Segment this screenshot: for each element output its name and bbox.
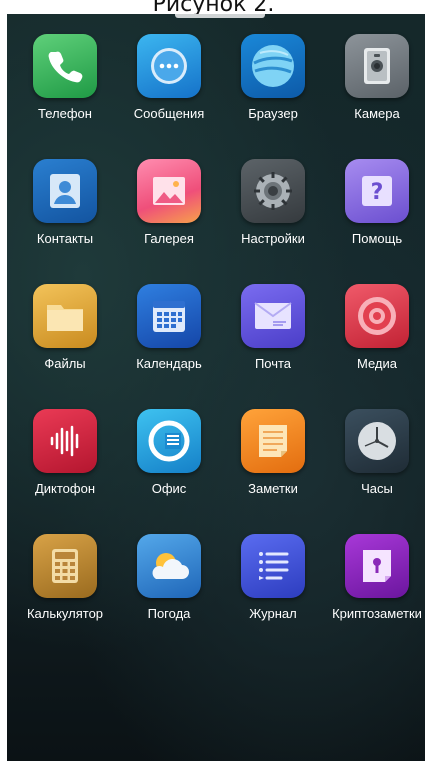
app-label: Календарь [136,356,202,371]
recorder-icon [33,409,97,473]
home-screen: Телефон Сообщения Браузер Камера Контакт… [7,14,425,761]
app-crypto-notes[interactable]: Криптозаметки [325,534,425,659]
app-label: Файлы [44,356,86,371]
app-messages[interactable]: Сообщения [117,34,221,159]
notes-icon [241,409,305,473]
app-contacts[interactable]: Контакты [13,159,117,284]
files-icon [33,284,97,348]
mail-icon [241,284,305,348]
app-label: Галерея [144,231,194,246]
status-bar-notch [175,14,265,18]
app-label: Браузер [248,106,298,121]
weather-icon [137,534,201,598]
settings-icon [241,159,305,223]
app-help[interactable]: ? Помощь [325,159,425,284]
app-calendar[interactable]: Календарь [117,284,221,409]
app-label: Телефон [38,106,92,121]
app-label: Камера [354,106,400,121]
app-label: Заметки [248,481,298,496]
app-label: Калькулятор [26,606,104,621]
app-mail[interactable]: Почта [221,284,325,409]
calendar-icon [137,284,201,348]
app-office[interactable]: Офис [117,409,221,534]
app-label: Медиа [357,356,397,371]
app-settings[interactable]: Настройки [221,159,325,284]
svg-text:?: ? [371,180,384,205]
app-recorder[interactable]: Диктофон [13,409,117,534]
app-label: Криптозаметки [332,606,422,621]
office-icon [137,409,201,473]
gallery-icon [137,159,201,223]
app-browser[interactable]: Браузер [221,34,325,159]
app-label: Сообщения [133,106,205,121]
app-weather[interactable]: Погода [117,534,221,659]
app-calculator[interactable]: Калькулятор [13,534,117,659]
app-label: Офис [151,481,187,496]
app-label: Настройки [241,231,305,246]
app-gallery[interactable]: Галерея [117,159,221,284]
calculator-icon [33,534,97,598]
app-label: Часы [361,481,393,496]
journal-icon [241,534,305,598]
messages-icon [137,34,201,98]
clock-icon [345,409,409,473]
app-label: Почта [254,356,292,371]
app-notes[interactable]: Заметки [221,409,325,534]
app-grid: Телефон Сообщения Браузер Камера Контакт… [13,34,425,659]
crypto-notes-icon [345,534,409,598]
app-clock[interactable]: Часы [325,409,425,534]
media-icon [345,284,409,348]
app-camera[interactable]: Камера [325,34,425,159]
camera-icon [345,34,409,98]
app-label: Погода [147,606,191,621]
app-label: Диктофон [34,481,96,496]
browser-icon [241,34,305,98]
phone-icon [33,34,97,98]
app-files[interactable]: Файлы [13,284,117,409]
app-phone[interactable]: Телефон [13,34,117,159]
app-label: Помощь [351,231,403,246]
app-label: Контакты [36,231,94,246]
help-icon: ? [345,159,409,223]
contacts-icon [33,159,97,223]
app-label: Журнал [249,606,297,621]
app-journal[interactable]: Журнал [221,534,325,659]
app-media[interactable]: Медиа [325,284,425,409]
